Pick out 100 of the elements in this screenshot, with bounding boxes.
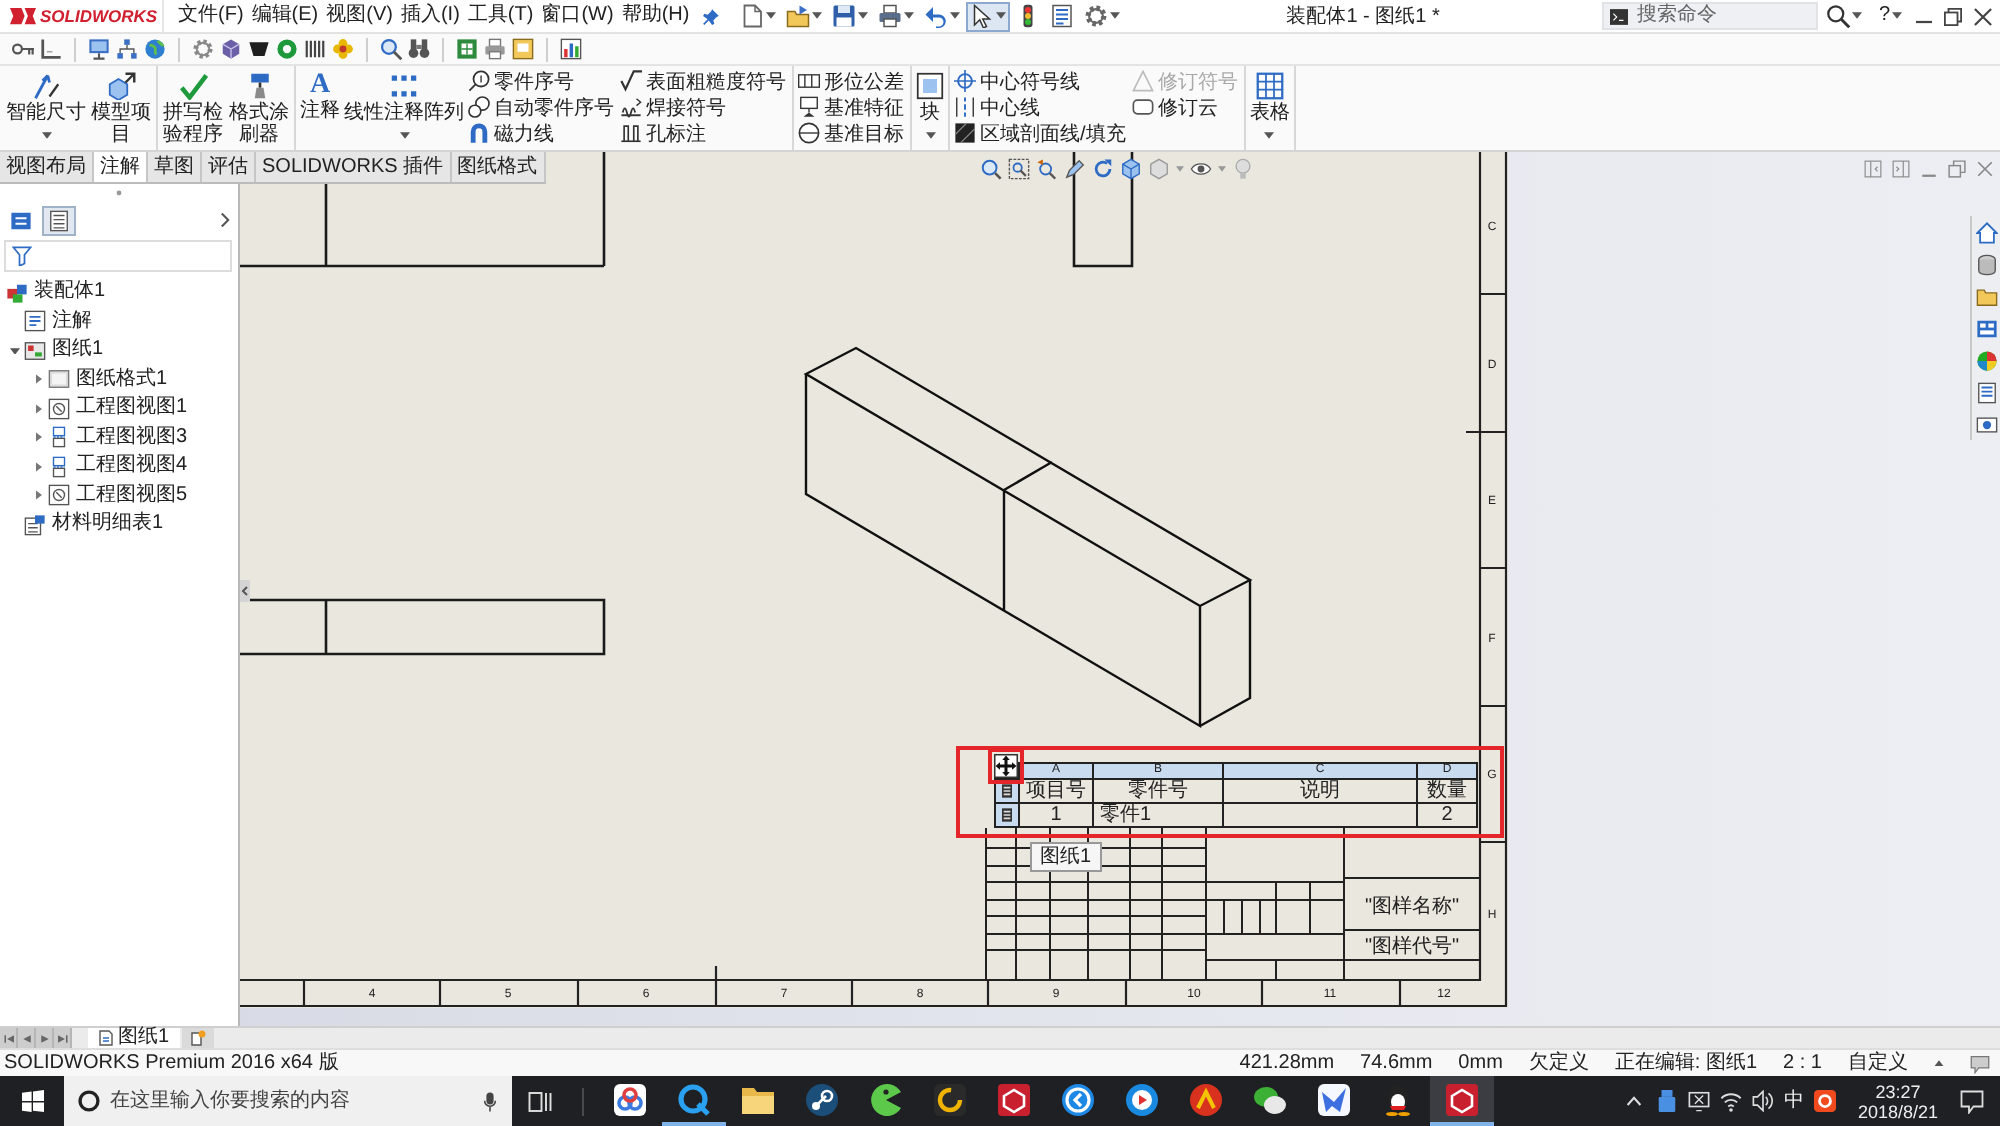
tree-item[interactable]: 工程图视图1 bbox=[0, 394, 238, 423]
close-icon[interactable] bbox=[1974, 7, 1992, 25]
microphone-icon[interactable] bbox=[484, 1091, 496, 1111]
tree-item[interactable]: 装配体1 bbox=[0, 278, 238, 307]
taskbar-app[interactable] bbox=[1430, 1076, 1494, 1126]
ribbon-button[interactable]: 基准目标 bbox=[798, 120, 906, 146]
row-handle[interactable] bbox=[996, 804, 1018, 826]
bowl-icon[interactable] bbox=[248, 38, 270, 60]
usb-drive-icon[interactable] bbox=[1655, 1090, 1678, 1112]
tree-item[interactable]: 工程图视图5 bbox=[0, 481, 238, 510]
search-field[interactable]: 搜索命令 bbox=[1602, 2, 1819, 30]
caret-up-icon[interactable] bbox=[1934, 1059, 1944, 1067]
menu-item[interactable]: 插入(I) bbox=[398, 2, 462, 30]
document-icon[interactable] bbox=[512, 38, 534, 60]
caret-icon[interactable] bbox=[1892, 12, 1902, 20]
pencil-icon[interactable] bbox=[1064, 158, 1086, 180]
tab[interactable]: 注解 bbox=[94, 152, 148, 182]
menu-item[interactable]: 编辑(E) bbox=[249, 2, 321, 30]
toolbar-button[interactable] bbox=[965, 1, 1010, 31]
speaker-icon[interactable] bbox=[1751, 1090, 1774, 1112]
filter-field[interactable] bbox=[4, 240, 232, 272]
ribbon-button[interactable]: 表面粗糙度符号 bbox=[620, 68, 788, 94]
cylinder-icon[interactable] bbox=[1975, 253, 1997, 275]
sheet-nav-button[interactable] bbox=[18, 1028, 36, 1048]
chevron-up-icon[interactable] bbox=[1625, 1096, 1642, 1106]
ribbon-button[interactable]: 表格 bbox=[1249, 66, 1290, 150]
ribbon-button[interactable]: 孔标注 bbox=[620, 120, 788, 146]
bar-drawing[interactable] bbox=[804, 346, 1253, 729]
chevron-right-icon[interactable] bbox=[220, 212, 230, 228]
speech-bubble-icon[interactable] bbox=[1970, 1053, 1990, 1073]
tab[interactable]: 评估 bbox=[202, 152, 256, 182]
ribbon-button[interactable]: 磁力线 bbox=[468, 120, 616, 146]
search-icon[interactable] bbox=[1826, 4, 1851, 28]
ribbon-button[interactable]: 焊接符号 bbox=[620, 94, 788, 120]
tree-item[interactable]: 注解 bbox=[0, 307, 238, 336]
stripes-icon[interactable] bbox=[304, 38, 326, 60]
notification-icon[interactable] bbox=[1960, 1089, 1984, 1113]
spreadsheet-icon[interactable] bbox=[456, 38, 478, 60]
cube-icon[interactable] bbox=[220, 38, 242, 60]
layout-grid-icon[interactable] bbox=[1975, 317, 1997, 339]
ribbon-button[interactable]: 基准特征 bbox=[798, 94, 906, 120]
key-icon[interactable] bbox=[12, 38, 34, 60]
menu-item[interactable]: 窗口(W) bbox=[539, 2, 616, 30]
restore-icon[interactable] bbox=[1944, 7, 1962, 25]
print-icon[interactable] bbox=[484, 38, 506, 60]
redo-arrow-icon[interactable] bbox=[1092, 158, 1114, 180]
input-method-button[interactable]: 中 bbox=[1783, 1089, 1804, 1113]
globe-icon[interactable] bbox=[144, 38, 166, 60]
drawing-view-outline[interactable] bbox=[240, 598, 606, 656]
corner-icon[interactable] bbox=[40, 38, 62, 60]
tab[interactable]: 图纸格式 bbox=[451, 152, 546, 182]
ribbon-button[interactable]: 中心符号线 bbox=[954, 68, 1128, 94]
caret-icon[interactable] bbox=[1852, 12, 1863, 20]
caret-right-icon[interactable] bbox=[35, 403, 41, 414]
tree-icon[interactable] bbox=[116, 38, 138, 60]
ribbon-button[interactable]: 形位公差 bbox=[798, 68, 906, 94]
grip-icon[interactable] bbox=[116, 190, 122, 196]
caret-down-icon[interactable] bbox=[9, 347, 19, 354]
ribbon-button[interactable]: 拼写检验程序 bbox=[162, 66, 224, 150]
sheet-tab[interactable]: 图纸1 bbox=[88, 1028, 180, 1048]
sheet-nav-button[interactable] bbox=[0, 1028, 18, 1048]
tree-item[interactable]: 材料明细表1 bbox=[0, 510, 238, 539]
menu-item[interactable]: 工具(T) bbox=[465, 2, 536, 30]
ribbon-button[interactable]: 格式涂刷器 bbox=[228, 66, 290, 150]
ribbon-button[interactable]: 块 bbox=[916, 66, 944, 150]
move-handle-icon[interactable] bbox=[994, 754, 1018, 778]
home-icon[interactable] bbox=[1975, 221, 1997, 243]
network-x-icon[interactable] bbox=[1687, 1090, 1710, 1112]
caret-right-icon[interactable] bbox=[35, 374, 41, 385]
clock-button[interactable]: 23:27 2018/8/21 bbox=[1857, 1081, 1938, 1121]
tree-item[interactable]: 工程图视图4 bbox=[0, 452, 238, 481]
caret-right-icon[interactable] bbox=[35, 490, 41, 501]
panel-tab[interactable] bbox=[42, 205, 76, 235]
color-ball-icon[interactable] bbox=[1975, 349, 1997, 371]
sheet-nav-button[interactable] bbox=[54, 1028, 72, 1048]
tree-item[interactable]: 图纸格式1 bbox=[0, 365, 238, 394]
search-field[interactable]: 在这里输入你要搜索的内容 bbox=[64, 1076, 512, 1126]
menu-item[interactable]: 文件(F) bbox=[176, 2, 246, 30]
collapse-handle-icon[interactable] bbox=[240, 580, 250, 602]
sheet-nav-button[interactable] bbox=[36, 1028, 54, 1048]
zoom-area-icon[interactable] bbox=[1008, 158, 1030, 180]
ribbon-button[interactable]: 区域剖面线/填充 bbox=[954, 120, 1128, 146]
ribbon-button[interactable]: 中心线 bbox=[954, 94, 1128, 120]
flower-icon[interactable] bbox=[332, 38, 354, 60]
drawing-view-outline[interactable] bbox=[1072, 152, 1134, 268]
menu-item[interactable]: 视图(V) bbox=[324, 2, 395, 30]
ring-badge-icon[interactable] bbox=[1813, 1090, 1836, 1112]
tree-item[interactable]: 图纸1 bbox=[0, 336, 238, 365]
pin-icon[interactable] bbox=[701, 7, 720, 25]
ribbon-button[interactable]: 线性注释阵列 bbox=[344, 66, 464, 150]
ribbon-button[interactable]: 智能尺寸 bbox=[6, 66, 86, 150]
panel-left-icon[interactable] bbox=[1864, 160, 1882, 178]
menu-item[interactable]: 帮助(H) bbox=[619, 2, 692, 30]
cube-icon[interactable] bbox=[1120, 158, 1142, 180]
folder-icon[interactable] bbox=[1975, 285, 1997, 307]
gear-icon[interactable] bbox=[192, 38, 214, 60]
ribbon-button[interactable]: 修订云 bbox=[1131, 94, 1240, 120]
eye-icon[interactable] bbox=[1190, 158, 1212, 180]
chart-icon[interactable] bbox=[560, 38, 582, 60]
ribbon-button[interactable]: 零件序号 bbox=[468, 68, 616, 94]
